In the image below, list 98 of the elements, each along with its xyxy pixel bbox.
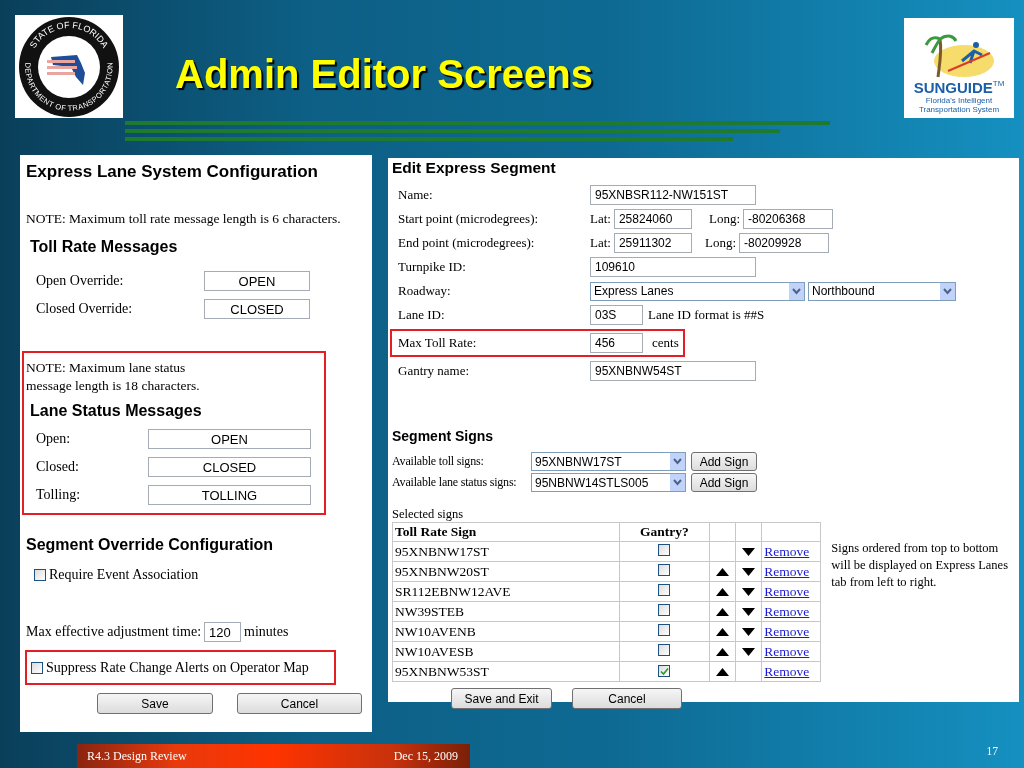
input-field[interactable]: 120 [204,622,242,642]
field-label: Available toll signs: [392,454,485,469]
field-label: Available lane status signs: [392,475,518,490]
input-field[interactable]: 109610 [590,257,756,277]
field-label: Roadway: [398,283,452,299]
field-label: Gantry name: [398,363,471,379]
table-cell: NW10AVESB [392,641,620,662]
move-up-icon[interactable] [716,567,730,576]
checkbox[interactable] [658,603,671,616]
table-cell: 95XNBNW20ST [392,561,620,582]
checkbox[interactable] [658,563,671,576]
table-cell: 95XNBNW17ST [392,541,620,562]
checkbox[interactable] [658,643,671,656]
section-heading: Segment Signs [392,427,495,446]
checkbox-label: Suppress Rate Change Alerts on Operator Map [46,658,309,677]
table-cell: NW10AVENB [392,621,620,642]
field-label: Lat: [590,235,611,251]
save-and-exit-button[interactable]: Save and Exit [451,688,552,709]
dropdown[interactable]: Northbound [808,281,956,301]
add-sign-button[interactable]: Add Sign [691,473,757,492]
dropdown[interactable]: Express Lanes [590,281,805,301]
field-label: Closed Override: [35,301,134,317]
field-label: Open Override: [35,273,125,289]
input-field[interactable]: 03S [590,305,643,325]
slide-title: Admin Editor Screens [175,51,594,97]
footer-date: Dec 15, 2009 [393,748,458,764]
move-down-icon[interactable] [742,547,756,556]
move-down-icon[interactable] [742,607,756,616]
field-label: Name: [398,187,434,203]
move-up-icon[interactable] [716,627,730,636]
field-label: Turnpike ID: [398,259,467,275]
input-field[interactable]: -80206368 [743,209,833,229]
checkbox[interactable] [658,583,671,596]
panel-title: Express Lane System Configuration [26,162,319,182]
checkbox[interactable] [658,543,671,556]
checkbox[interactable] [31,661,43,674]
note-text: NOTE: Maximum toll rate message length is 6 characters. [26,210,342,228]
logo-tagline: Florida's Intelligent Transportation System [917,96,1001,114]
field-label: Closed: [35,459,80,475]
field-label: Lane ID: [398,307,446,323]
caption-text: Selected signs [392,506,465,522]
hint-text: cents [652,335,679,351]
move-up-icon[interactable] [716,587,730,596]
section-heading: Lane Status Messages [30,401,203,421]
cancel-button[interactable]: Cancel [237,693,362,714]
move-up-icon[interactable] [716,607,730,616]
panel-title: Edit Express Segment [392,158,557,178]
section-heading: Toll Rate Messages [30,237,179,257]
section-heading: Segment Override Configuration [26,535,275,555]
field-label: Max Toll Rate: [398,335,478,351]
input-field[interactable]: OPEN [148,429,311,449]
note-text: Signs ordered from top to bottom will be displayed on Express Lanes tab from left to right. [831,540,1009,591]
input-field[interactable]: OPEN [204,271,310,291]
page-number: 17 [986,745,998,757]
field-label: Max effective adjustment time: [26,623,202,641]
field-label: Long: [708,211,740,227]
move-down-icon[interactable] [742,627,756,636]
footer-text: R4.3 Design Review [87,748,187,764]
field-label: End point (microdegrees): [398,235,536,251]
unit-label: minutes [244,623,289,641]
input-field[interactable]: 25911302 [613,233,692,253]
save-button[interactable]: Save [97,693,213,714]
input-field[interactable]: CLOSED [204,299,310,319]
checkbox-label: Require Event Association [49,566,199,584]
field-label: Tolling: [35,487,82,503]
add-sign-button[interactable]: Add Sign [691,452,757,471]
hint-text: Lane ID format is ##S [648,307,765,323]
checkbox[interactable] [658,623,671,636]
move-down-icon[interactable] [742,567,756,576]
input-field[interactable]: 25824060 [613,209,692,229]
checkbox[interactable] [34,569,46,581]
dropdown[interactable]: 95NBNW14STLS005 [531,473,686,492]
move-down-icon[interactable] [742,647,756,656]
table-cell: NW39STEB [392,601,620,622]
move-up-icon[interactable] [716,647,730,656]
dropdown[interactable]: 95XNBNW17ST [531,452,686,471]
field-label: Lat: [590,211,611,227]
input-field[interactable]: CLOSED [148,457,311,477]
logo-name: SUNGUIDE [913,79,993,96]
move-down-icon[interactable] [742,587,756,596]
palm-runner-icon [924,31,994,79]
field-label: Start point (microdegrees): [398,211,540,227]
checkbox[interactable] [658,665,671,677]
input-field[interactable]: 95XNBSR112-NW151ST [590,185,756,205]
note-text: NOTE: Maximum lane status message length is 18 characters. [26,359,201,395]
input-field[interactable]: 456 [590,333,643,353]
field-label: Long: [704,235,736,251]
input-field[interactable]: -80209928 [739,233,829,253]
input-field[interactable]: 95XNBNW54ST [590,361,756,381]
column-header: Toll Rate Sign [392,522,620,542]
table-cell: 95XNBNW53ST [392,661,620,682]
table-cell: SR112EBNW12AVE [392,581,620,602]
trademark: TM [992,79,1005,88]
input-field[interactable]: TOLLING [148,485,311,505]
field-label: Open: [35,431,72,447]
column-header: Gantry? [619,522,710,542]
cancel-button[interactable]: Cancel [572,688,682,709]
move-up-icon[interactable] [716,667,730,676]
